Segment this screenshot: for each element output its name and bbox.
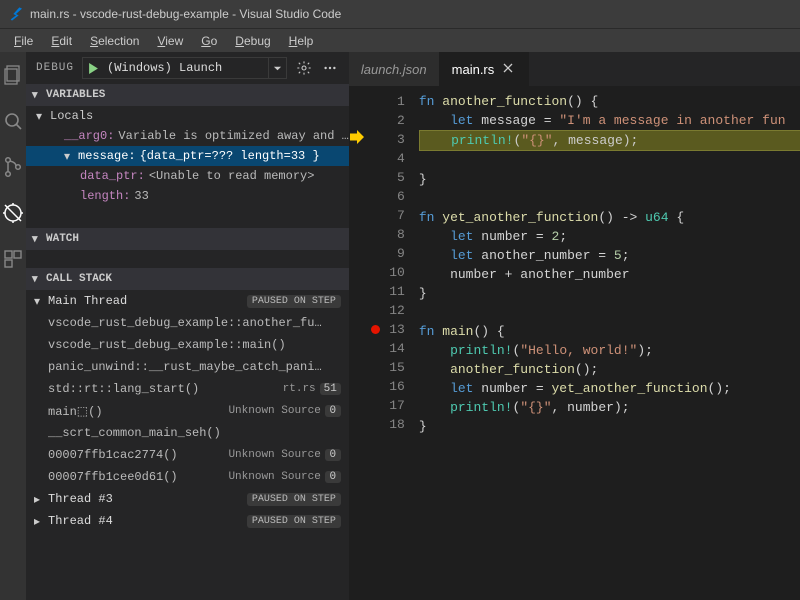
variables-tree: ▾ Locals __arg0: Variable is optimized a… xyxy=(26,106,349,206)
thread-main[interactable]: ▾ Main Thread PAUSED ON STEP xyxy=(26,290,349,312)
menubar[interactable]: File Edit Selection View Go Debug Help xyxy=(0,28,800,52)
editor-tabs: launch.json main.rs xyxy=(349,52,800,86)
explorer-icon[interactable] xyxy=(0,62,26,88)
paused-badge: PAUSED ON STEP xyxy=(247,493,341,506)
code-lines[interactable]: fn another_function() { let message = "I… xyxy=(419,86,800,600)
chevron-down-icon: ▾ xyxy=(32,88,42,102)
paused-badge: PAUSED ON STEP xyxy=(247,295,341,308)
stack-frame[interactable]: 00007ffb1cac2774()Unknown Source0 xyxy=(26,444,349,466)
scm-icon[interactable] xyxy=(0,154,26,180)
thread-3[interactable]: ▸ Thread #3 PAUSED ON STEP xyxy=(26,488,349,510)
paused-badge: PAUSED ON STEP xyxy=(247,515,341,528)
thread-4[interactable]: ▸ Thread #4 PAUSED ON STEP xyxy=(26,510,349,532)
menu-debug[interactable]: Debug xyxy=(227,32,278,50)
debug-panel-title: DEBUG xyxy=(36,62,74,74)
menu-help[interactable]: Help xyxy=(281,32,322,50)
breakpoint-icon[interactable] xyxy=(371,325,380,334)
editor: launch.json main.rs 12345678910111213141… xyxy=(349,52,800,600)
activity-bar xyxy=(0,52,26,600)
watch-header[interactable]: ▾ WATCH xyxy=(26,228,349,250)
chevron-down-icon: ▾ xyxy=(32,232,42,246)
stack-frame[interactable]: 00007ffb1cee0d61()Unknown Source0 xyxy=(26,466,349,488)
chevron-down-icon: ▾ xyxy=(36,109,46,124)
menu-edit[interactable]: Edit xyxy=(43,32,80,50)
variable-arg0[interactable]: __arg0: Variable is optimized away and … xyxy=(26,126,349,146)
chevron-down-icon: ▾ xyxy=(32,272,42,286)
play-icon[interactable] xyxy=(83,63,103,74)
stack-frame[interactable]: panic_unwind::__rust_maybe_catch_pani… xyxy=(26,356,349,378)
chevron-down-icon: ▾ xyxy=(64,149,74,164)
line-gutter: 123456789101112131415161718 xyxy=(365,86,419,600)
menu-file[interactable]: File xyxy=(6,32,41,50)
tab-main-rs[interactable]: main.rs xyxy=(440,52,530,86)
vscode-logo-icon xyxy=(8,6,24,22)
window-title: main.rs - vscode-rust-debug-example - Vi… xyxy=(30,7,341,21)
chevron-right-icon: ▸ xyxy=(34,492,44,507)
debug-config-select[interactable]: (Windows) Launch xyxy=(82,57,287,79)
stack-frame[interactable]: __scrt_common_main_seh() xyxy=(26,422,349,444)
stack-frame[interactable]: vscode_rust_debug_example::another_fu… xyxy=(26,312,349,334)
titlebar: main.rs - vscode-rust-debug-example - Vi… xyxy=(0,0,800,28)
stack-frame[interactable]: std::rt::lang_start()rt.rs51 xyxy=(26,378,349,400)
code-area[interactable]: 123456789101112131415161718 fn another_f… xyxy=(349,86,800,600)
menu-view[interactable]: View xyxy=(149,32,191,50)
variable-data-ptr[interactable]: data_ptr: <Unable to read memory> xyxy=(26,166,349,186)
gear-icon[interactable] xyxy=(295,60,313,76)
debug-config-name: (Windows) Launch xyxy=(103,61,268,75)
more-icon[interactable] xyxy=(321,61,339,75)
current-line-arrow-icon xyxy=(350,130,364,144)
chevron-right-icon: ▸ xyxy=(34,514,44,529)
menu-selection[interactable]: Selection xyxy=(82,32,147,50)
stack-frame[interactable]: vscode_rust_debug_example::main() xyxy=(26,334,349,356)
search-icon[interactable] xyxy=(0,108,26,134)
close-icon[interactable] xyxy=(502,62,516,76)
stack-frame[interactable]: main⬚()Unknown Source0 xyxy=(26,400,349,422)
debug-sidebar: DEBUG (Windows) Launch ▾ VARIABLES ▾ Loc… xyxy=(26,52,349,600)
debug-header: DEBUG (Windows) Launch xyxy=(26,52,349,84)
variables-header[interactable]: ▾ VARIABLES xyxy=(26,84,349,106)
variable-message[interactable]: ▾ message: {data_ptr=??? length=33 } xyxy=(26,146,349,166)
extensions-icon[interactable] xyxy=(0,246,26,272)
variable-length[interactable]: length: 33 xyxy=(26,186,349,206)
locals-node[interactable]: ▾ Locals xyxy=(26,106,349,126)
debug-icon[interactable] xyxy=(0,200,26,226)
callstack-header[interactable]: ▾ CALL STACK xyxy=(26,268,349,290)
tab-launch-json[interactable]: launch.json xyxy=(349,52,440,86)
menu-go[interactable]: Go xyxy=(193,32,225,50)
chevron-down-icon: ▾ xyxy=(34,294,44,309)
chevron-down-icon[interactable] xyxy=(268,58,286,78)
